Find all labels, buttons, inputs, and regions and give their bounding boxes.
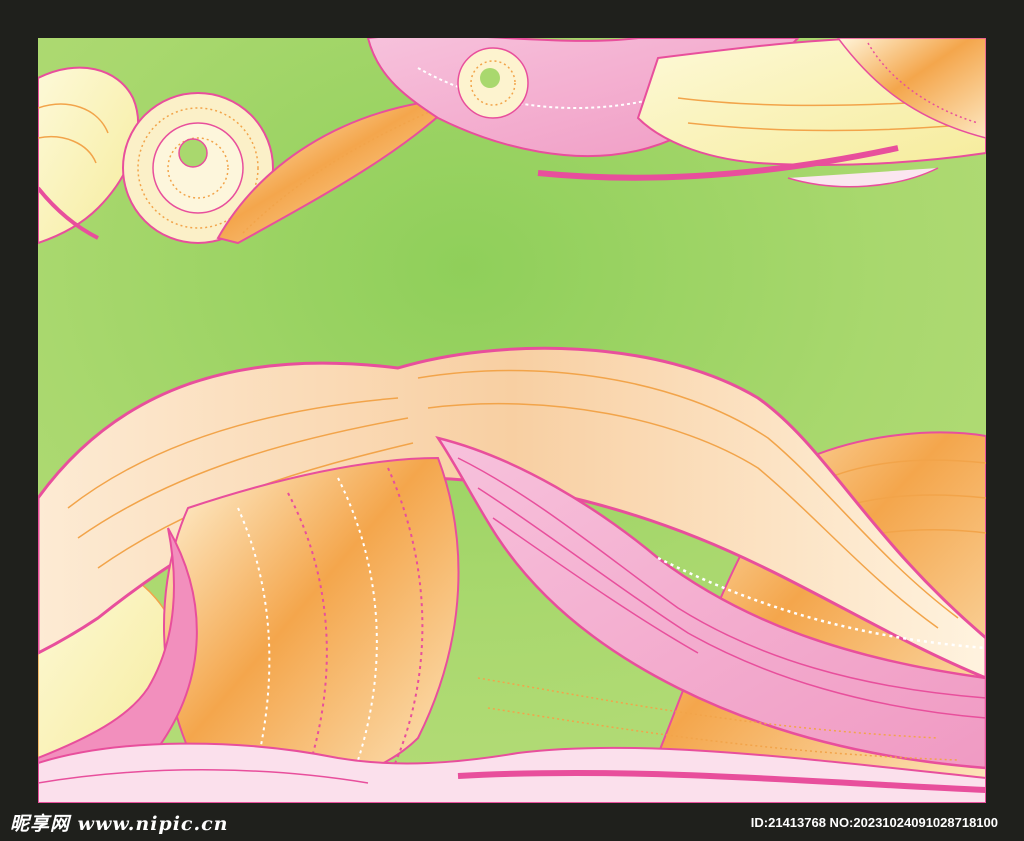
artwork-canvas [38, 38, 986, 803]
brand-watermark: 昵享网 www.nipic.cn [10, 812, 229, 835]
wave-illustration [38, 38, 986, 803]
watermark-footer: 昵享网 www.nipic.cn ID:21413768 NO:20231024… [0, 803, 1024, 841]
image-id-text: ID:21413768 NO:20231024091028718100 [750, 814, 998, 830]
